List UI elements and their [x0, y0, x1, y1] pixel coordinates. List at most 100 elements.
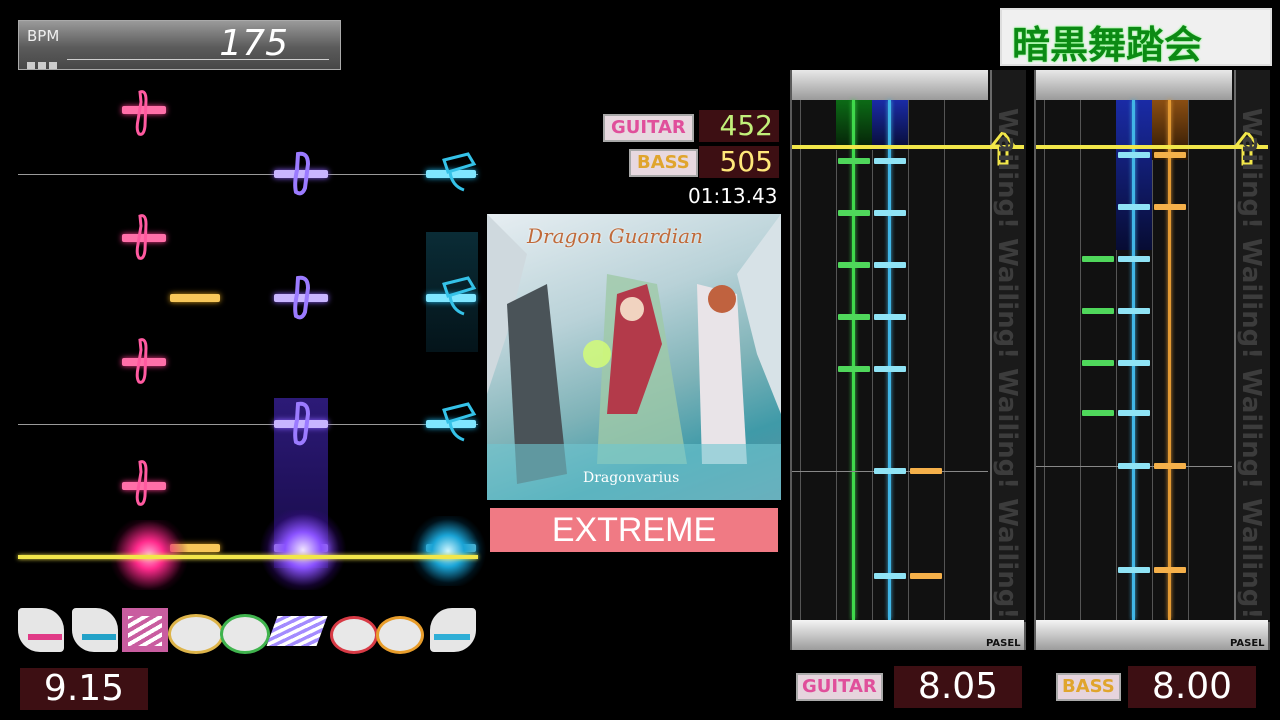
elapsed-time: 01:13.43	[688, 184, 778, 208]
pad-bass-pedal-icon	[266, 616, 328, 646]
string-green	[852, 100, 855, 620]
fret-col	[1044, 100, 1045, 650]
bass-note	[1082, 360, 1114, 366]
bass-note	[1154, 463, 1186, 469]
string-blue	[888, 100, 891, 620]
guitar-note	[838, 262, 870, 268]
fret-col	[908, 100, 909, 650]
bass-note	[1118, 152, 1150, 158]
album-illustration	[487, 214, 781, 500]
difficulty-label: EXTREME	[551, 511, 717, 549]
album-art: Dragon Guardian Dragonvarius	[487, 214, 781, 500]
pad-floortom-icon	[376, 616, 424, 654]
guitar-score-value: 452	[699, 110, 779, 142]
fret-col	[872, 100, 873, 650]
bass-note	[1118, 308, 1150, 314]
fret-col	[1080, 100, 1081, 650]
guitar-note	[874, 210, 906, 216]
bass-note	[1118, 567, 1150, 573]
foot-icon	[135, 338, 148, 384]
foot-icon	[135, 460, 148, 506]
bass-note	[1118, 360, 1150, 366]
pasel-label: PASEL	[1230, 638, 1265, 649]
judge-line	[18, 555, 478, 559]
fret-header	[1036, 70, 1232, 100]
bass-note	[1118, 204, 1150, 210]
bass-note	[1118, 463, 1150, 469]
measure-line	[18, 174, 478, 175]
fret-header	[792, 70, 988, 100]
measure-line	[18, 424, 478, 425]
album-artist-art: Dragonvarius	[583, 470, 680, 486]
pasel-label: PASEL	[986, 638, 1021, 649]
bpm-display: BPM 175	[18, 20, 341, 70]
bpm-indicator	[27, 54, 67, 69]
foot-icon	[293, 401, 311, 446]
pad-hihat-pedal-icon	[72, 608, 118, 652]
bass-note	[1118, 410, 1150, 416]
bpm-label: BPM	[27, 27, 60, 45]
guitar-note	[874, 158, 906, 164]
foot-icon	[135, 90, 148, 136]
bass-note	[1082, 410, 1114, 416]
guitar-note	[874, 468, 906, 474]
song-title-box: 暗黒舞踏会	[1000, 8, 1272, 67]
guitar-skill-label: GUITAR	[796, 673, 883, 701]
guitar-note	[874, 366, 906, 372]
guitar-note	[874, 314, 906, 320]
pad-hihat-icon	[18, 608, 64, 652]
pad-left-pedal-icon	[122, 608, 168, 652]
guitar-note	[838, 314, 870, 320]
cymbal-icon	[442, 152, 477, 192]
drum-pads	[18, 604, 478, 654]
bass-note	[1082, 308, 1114, 314]
album-title-art: Dragon Guardian	[527, 224, 703, 248]
drum-skill-value: 9.15	[20, 668, 148, 710]
wailing-text: Wailing! Wailing! Wailing! Wailing!	[992, 108, 1022, 620]
foot-icon	[293, 151, 311, 196]
fret-col	[1188, 100, 1189, 650]
bpm-value: 175	[219, 23, 288, 64]
fret-col	[800, 100, 801, 650]
cymbal-icon	[442, 402, 477, 442]
bass-note	[1082, 256, 1114, 262]
drum-note-snare	[170, 294, 220, 302]
bpm-divider	[67, 59, 329, 60]
song-title: 暗黒舞踏会	[1012, 23, 1203, 67]
fret-col	[836, 100, 837, 650]
drum-lane	[18, 80, 488, 650]
pad-cymbal-icon	[430, 608, 476, 652]
guitar-note	[910, 573, 942, 579]
cymbal-icon	[442, 276, 477, 316]
guitar-note	[838, 158, 870, 164]
string-orange	[1168, 100, 1171, 620]
bass-note	[1118, 256, 1150, 262]
guitar-note	[874, 573, 906, 579]
pad-hitom-icon	[220, 614, 270, 654]
bass-score-value: 505	[699, 146, 779, 178]
pad-snare-icon	[168, 614, 224, 654]
fret-col	[1152, 100, 1153, 650]
fret-col	[944, 100, 945, 650]
foot-icon	[135, 214, 148, 260]
guitar-score-label: GUITAR	[603, 114, 694, 142]
guitar-note	[838, 210, 870, 216]
guitar-note	[910, 468, 942, 474]
guitar-note	[874, 262, 906, 268]
hit-effect	[258, 510, 348, 590]
guitar-lane: Wailing! Wailing! Wailing! Wailing! PASE…	[790, 70, 1026, 650]
bass-lane: Wailing! Wailing! Wailing! Wailing! PASE…	[1034, 70, 1270, 650]
difficulty-badge: EXTREME	[490, 508, 778, 552]
bass-skill-label: BASS	[1056, 673, 1121, 701]
pad-lowtom-icon	[330, 616, 378, 654]
bass-score-label: BASS	[629, 149, 698, 177]
bass-note	[1154, 567, 1186, 573]
bass-note	[1154, 152, 1186, 158]
bass-skill-value: 8.00	[1128, 666, 1256, 708]
hit-effect	[408, 516, 488, 586]
wailing-text: Wailing! Wailing! Wailing! Wailing!	[1236, 108, 1266, 620]
foot-icon	[293, 275, 311, 320]
bass-note	[1154, 204, 1186, 210]
guitar-note	[838, 366, 870, 372]
guitar-skill-value: 8.05	[894, 666, 1022, 708]
